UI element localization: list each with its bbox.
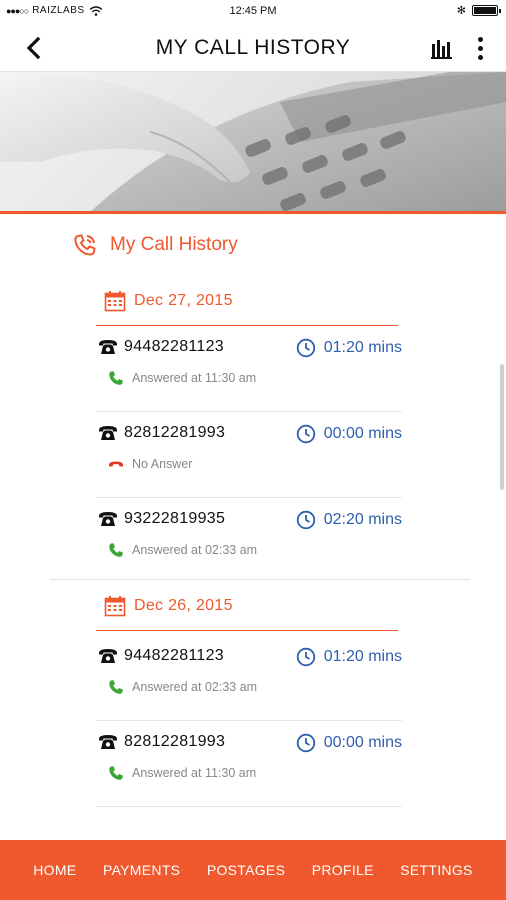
hero-banner-image: [0, 72, 506, 212]
call-row[interactable]: 94482281123 01:20 mins Answered at 02:33…: [96, 635, 402, 721]
answered-call-icon: [109, 371, 123, 385]
call-row[interactable]: 82812281993 00:00 mins Answered at 11:30…: [96, 721, 402, 807]
clock-icon: [296, 733, 315, 753]
group-divider: [50, 579, 470, 580]
call-duration-group: 01:20 mins: [296, 338, 402, 358]
phone-call-icon: [74, 234, 96, 256]
call-status-group: Answered at 11:30 am: [108, 765, 256, 781]
telephone-icon: [99, 649, 117, 663]
call-number-group: 82812281993: [98, 424, 225, 442]
calendar-icon: [104, 291, 126, 312]
clock-icon: [296, 647, 315, 667]
call-number-group: 93222819935: [98, 510, 225, 528]
date-label: Dec 26, 2015: [134, 597, 233, 614]
status-time: 12:45 PM: [229, 5, 277, 17]
scrollbar-thumb[interactable]: [500, 364, 504, 490]
bar-chart-icon[interactable]: [430, 36, 454, 60]
call-duration: 00:00 mins: [323, 425, 402, 442]
bluetooth-icon: ✻: [456, 5, 466, 17]
bottom-nav: HOME PAYMENTS POSTAGES PROFILE SETTINGS: [0, 840, 506, 900]
clock-icon: [296, 510, 315, 530]
call-row[interactable]: 94482281123 01:20 mins Answered at 11:30…: [96, 326, 402, 412]
app-header: MY CALL HISTORY: [0, 24, 506, 72]
nav-profile[interactable]: PROFILE: [312, 862, 374, 878]
calendar-icon: [104, 596, 126, 617]
call-duration-group: 01:20 mins: [296, 647, 402, 667]
hero-accent-line: [0, 211, 506, 214]
call-status-group: Answered at 11:30 am: [108, 370, 256, 386]
phone-number: 94482281123: [124, 647, 224, 664]
telephone-icon: [99, 735, 117, 749]
phone-keypad-illustration: [0, 72, 506, 212]
call-duration-group: 00:00 mins: [296, 733, 402, 753]
call-duration: 01:20 mins: [323, 648, 402, 665]
call-duration-group: 02:20 mins: [296, 510, 402, 530]
telephone-icon: [99, 512, 117, 526]
call-duration: 02:20 mins: [323, 511, 402, 528]
date-header: Dec 27, 2015: [104, 290, 233, 312]
call-row[interactable]: 82812281993 00:00 mins No Answer: [96, 412, 402, 498]
call-duration-group: 00:00 mins: [296, 424, 402, 444]
call-status-text: Answered at 02:33 am: [132, 543, 258, 557]
phone-number: 82812281993: [124, 424, 226, 441]
clock-icon: [296, 338, 315, 358]
nav-settings[interactable]: SETTINGS: [400, 862, 472, 878]
section-header: My Call History: [72, 232, 238, 258]
battery-icon: [472, 5, 501, 16]
call-status-group: No Answer: [108, 456, 192, 472]
status-bar: ●●●○○ RAIZLABS 12:45 PM ✻: [0, 0, 506, 24]
nav-postages[interactable]: POSTAGES: [207, 862, 285, 878]
call-duration: 01:20 mins: [323, 339, 402, 356]
call-duration: 00:00 mins: [323, 734, 402, 751]
nav-home[interactable]: HOME: [33, 862, 76, 878]
missed-call-icon: [109, 461, 123, 467]
status-right: ✻: [456, 4, 501, 17]
section-title: My Call History: [110, 234, 238, 255]
call-number-group: 94482281123: [98, 647, 224, 665]
telephone-icon: [99, 340, 117, 354]
call-number-group: 82812281993: [98, 733, 225, 751]
call-status-group: Answered at 02:33 am: [108, 679, 257, 695]
date-divider: [96, 630, 398, 631]
call-status-text: Answered at 11:30 am: [132, 371, 257, 385]
phone-number: 94482281123: [124, 338, 224, 355]
phone-number: 82812281993: [124, 733, 226, 750]
clock-icon: [296, 424, 315, 444]
telephone-icon: [99, 426, 117, 440]
answered-call-icon: [109, 543, 123, 557]
date-header: Dec 26, 2015: [104, 595, 233, 617]
date-label: Dec 27, 2015: [134, 292, 233, 309]
call-status-text: Answered at 11:30 am: [132, 766, 257, 780]
call-number-group: 94482281123: [98, 338, 224, 356]
more-options-icon[interactable]: [468, 34, 492, 62]
answered-call-icon: [109, 766, 123, 780]
phone-number: 93222819935: [124, 510, 226, 527]
call-row[interactable]: 93222819935 02:20 mins Answered at 02:33…: [96, 498, 402, 584]
call-status-text: No Answer: [132, 457, 193, 471]
nav-payments[interactable]: PAYMENTS: [103, 862, 180, 878]
call-status-group: Answered at 02:33 am: [108, 542, 257, 558]
call-status-text: Answered at 02:33 am: [132, 680, 258, 694]
answered-call-icon: [109, 680, 123, 694]
